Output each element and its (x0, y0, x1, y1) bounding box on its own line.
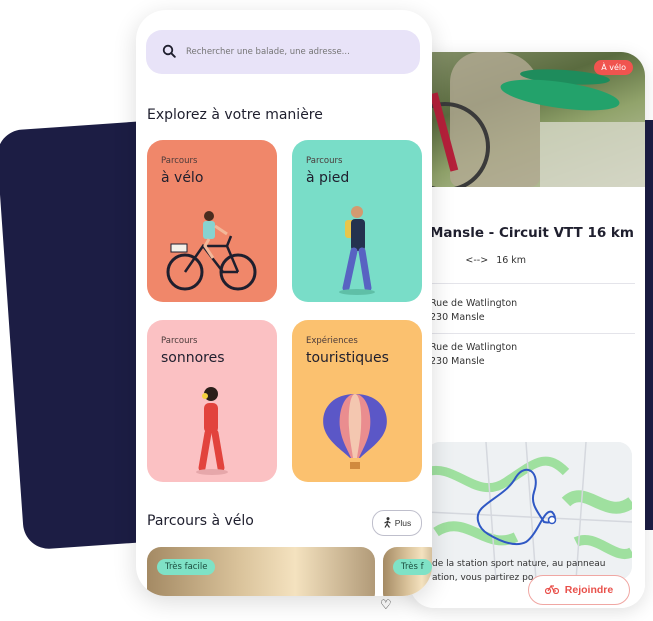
heart-icon[interactable]: ♡ (380, 598, 392, 613)
walker-icon (383, 516, 392, 530)
tile-title: à pied (306, 170, 350, 186)
tile-title: sonnores (161, 350, 225, 366)
tile-tourist-experiences[interactable]: Expériences touristiques (292, 320, 422, 482)
tile-subtitle: Parcours (306, 156, 343, 166)
divider (430, 333, 635, 334)
walker-illustration (339, 206, 375, 295)
bike-icon (544, 584, 559, 597)
explore-heading: Explorez à votre manière (147, 107, 323, 123)
route-detail-phone: À vélo Mansle - Circuit VTT 16 km ꜝ <-->… (410, 52, 645, 608)
listener-illustration (196, 387, 228, 475)
difficulty-tag: Très facile (157, 559, 216, 575)
tile-subtitle: Parcours (161, 336, 198, 346)
bike-section-heading: Parcours à vélo (147, 513, 254, 529)
search-input[interactable] (186, 47, 406, 57)
start-address: Rue de Watlington 230 Mansle (430, 297, 517, 325)
end-address: Rue de Watlington 230 Mansle (430, 341, 517, 369)
balloon-illustration (323, 394, 387, 469)
tile-walking-routes[interactable]: Parcours à pied (292, 140, 422, 302)
tile-audio-routes[interactable]: Parcours sonnores (147, 320, 277, 482)
route-photo: À vélo (410, 52, 645, 187)
distance-arrows-icon: <--> (465, 255, 489, 266)
end-address-street: Rue de Watlington (430, 342, 518, 353)
description-line: de la station sport nature, au panneau (432, 559, 606, 569)
tile-title: à vélo (161, 170, 204, 186)
detail-sheet: Mansle - Circuit VTT 16 km ꜝ <--> 16 km … (410, 187, 645, 608)
search-bar[interactable] (146, 30, 420, 74)
route-distance: <--> 16 km (465, 255, 526, 266)
see-more-button[interactable]: Plus (372, 510, 422, 536)
distance-value: 16 km (496, 255, 527, 266)
explore-phone: Explorez à votre manière Parcours à vélo… (136, 10, 432, 596)
start-address-street: Rue de Watlington (430, 298, 518, 309)
tile-subtitle: Parcours (161, 156, 198, 166)
tile-subtitle: Expériences (306, 336, 358, 346)
tile-bike-routes[interactable]: Parcours à vélo (147, 140, 277, 302)
route-title: Mansle - Circuit VTT 16 km (430, 225, 634, 241)
route-meta: ꜝ <--> 16 km (425, 255, 526, 266)
category-badge: À vélo (594, 60, 633, 75)
route-card[interactable]: Très facile (147, 547, 375, 596)
tile-title: touristiques (306, 350, 389, 366)
divider (430, 283, 635, 284)
join-button[interactable]: Rejoindre (528, 575, 630, 605)
difficulty-tag: Très f (393, 559, 432, 575)
start-address-city: 230 Mansle (430, 312, 485, 323)
search-icon (162, 43, 176, 62)
join-label: Rejoindre (564, 584, 614, 596)
cyclist-illustration (166, 211, 257, 291)
route-card[interactable]: Très f (383, 547, 432, 596)
end-address-city: 230 Mansle (430, 356, 485, 367)
see-more-label: Plus (394, 518, 412, 528)
